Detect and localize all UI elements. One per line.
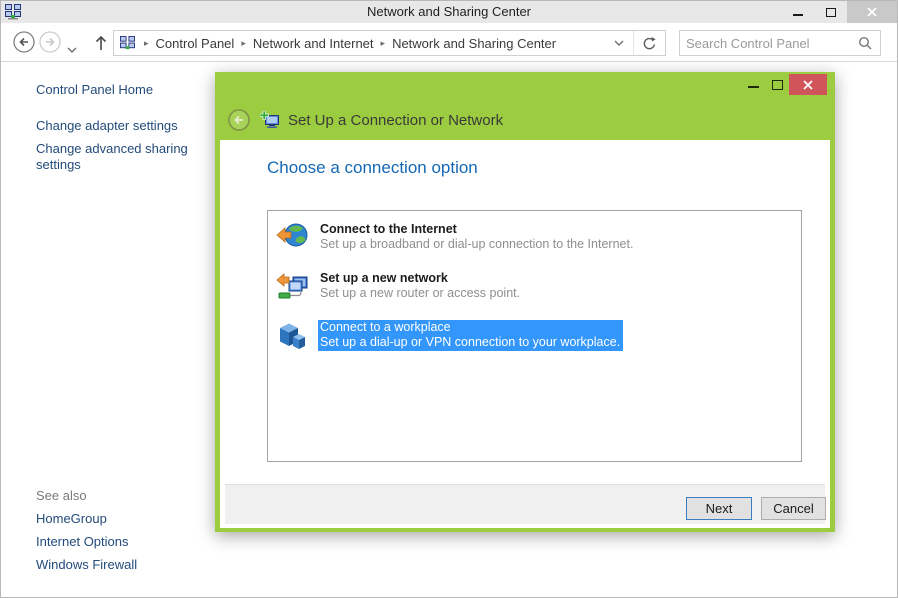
window-titlebar: Network and Sharing Center xyxy=(1,1,897,23)
dialog-title: Set Up a Connection or Network xyxy=(288,112,503,129)
new-network-icon xyxy=(276,271,310,301)
connection-options-list: Connect to the Internet Set up a broadba… xyxy=(267,210,802,462)
setup-connection-icon xyxy=(260,111,280,129)
sidebar-item-windows-firewall[interactable]: Windows Firewall xyxy=(36,557,201,573)
minimize-icon xyxy=(793,14,803,16)
maximize-icon xyxy=(826,8,836,17)
chevron-down-icon xyxy=(67,47,77,53)
see-also-label: See also xyxy=(36,488,87,503)
dialog-back-button[interactable] xyxy=(228,109,250,131)
breadcrumb-item-network-and-internet[interactable]: Network and Internet xyxy=(253,36,374,51)
cancel-button[interactable]: Cancel xyxy=(761,497,826,520)
sidebar-item-homegroup[interactable]: HomeGroup xyxy=(36,511,201,527)
option-description: Set up a new router or access point. xyxy=(320,286,520,301)
search-input[interactable] xyxy=(680,36,856,51)
dialog-heading: Choose a connection option xyxy=(267,158,478,178)
up-button[interactable] xyxy=(93,34,109,50)
dialog-body: Choose a connection option Connect to th… xyxy=(220,140,830,528)
option-description: Set up a dial-up or VPN connection to yo… xyxy=(320,335,620,350)
close-icon xyxy=(802,79,814,91)
sidebar-item-change-adapter-settings[interactable]: Change adapter settings xyxy=(36,118,201,134)
breadcrumb-item-control-panel[interactable]: Control Panel xyxy=(156,36,235,51)
setup-connection-dialog: Set Up a Connection or Network Choose a … xyxy=(215,72,835,532)
option-set-up-new-network[interactable]: Set up a new network Set up a new router… xyxy=(276,271,793,302)
option-connect-to-internet[interactable]: Connect to the Internet Set up a broadba… xyxy=(276,222,793,253)
dialog-minimize-button[interactable] xyxy=(741,74,765,95)
chevron-down-icon xyxy=(614,40,624,46)
window-title: Network and Sharing Center xyxy=(1,4,897,19)
network-sharing-center-window: Network and Sharing Center xyxy=(0,0,898,598)
breadcrumb-network-icon xyxy=(120,36,135,51)
close-icon xyxy=(866,6,878,18)
minimize-icon xyxy=(748,86,759,89)
address-dropdown-button[interactable] xyxy=(605,31,633,55)
close-button[interactable] xyxy=(847,1,897,23)
sidebar-item-internet-options[interactable]: Internet Options xyxy=(36,534,201,550)
minimize-button[interactable] xyxy=(781,1,814,23)
option-title: Connect to the Internet xyxy=(320,222,633,237)
navigation-bar: ▸ Control Panel ▸ Network and Internet ▸… xyxy=(1,23,897,62)
refresh-button[interactable] xyxy=(633,31,665,55)
back-icon xyxy=(13,31,35,53)
dialog-maximize-button[interactable] xyxy=(765,74,789,95)
address-bar[interactable]: ▸ Control Panel ▸ Network and Internet ▸… xyxy=(113,30,666,56)
forward-button[interactable] xyxy=(39,31,61,53)
option-title: Connect to a workplace xyxy=(320,320,620,335)
breadcrumb-separator: ▸ xyxy=(234,38,253,49)
next-button[interactable]: Next xyxy=(686,497,752,520)
maximize-icon xyxy=(772,80,783,90)
option-description: Set up a broadband or dial-up connection… xyxy=(320,237,633,252)
breadcrumb-separator: ▸ xyxy=(374,38,393,49)
back-button[interactable] xyxy=(13,31,35,53)
breadcrumb-item-network-and-sharing-center[interactable]: Network and Sharing Center xyxy=(392,36,556,51)
dialog-footer: Next Cancel xyxy=(225,484,825,524)
option-connect-to-workplace[interactable]: Connect to a workplace Set up a dial-up … xyxy=(276,320,793,351)
sidebar-item-control-panel-home[interactable]: Control Panel Home xyxy=(36,82,201,98)
search-icon xyxy=(856,36,880,50)
maximize-button[interactable] xyxy=(814,1,847,23)
internet-globe-icon xyxy=(276,222,310,252)
sidebar-item-change-advanced-sharing-settings[interactable]: Change advanced sharing settings xyxy=(36,141,201,173)
search-box xyxy=(679,30,881,56)
back-icon xyxy=(228,109,250,131)
forward-icon xyxy=(39,31,61,53)
refresh-icon xyxy=(642,36,657,51)
option-title: Set up a new network xyxy=(320,271,520,286)
dialog-close-button[interactable] xyxy=(789,74,827,95)
history-dropdown-button[interactable] xyxy=(67,40,77,58)
up-arrow-icon xyxy=(93,34,109,52)
breadcrumb-separator: ▸ xyxy=(137,38,156,49)
workplace-icon xyxy=(276,320,310,350)
